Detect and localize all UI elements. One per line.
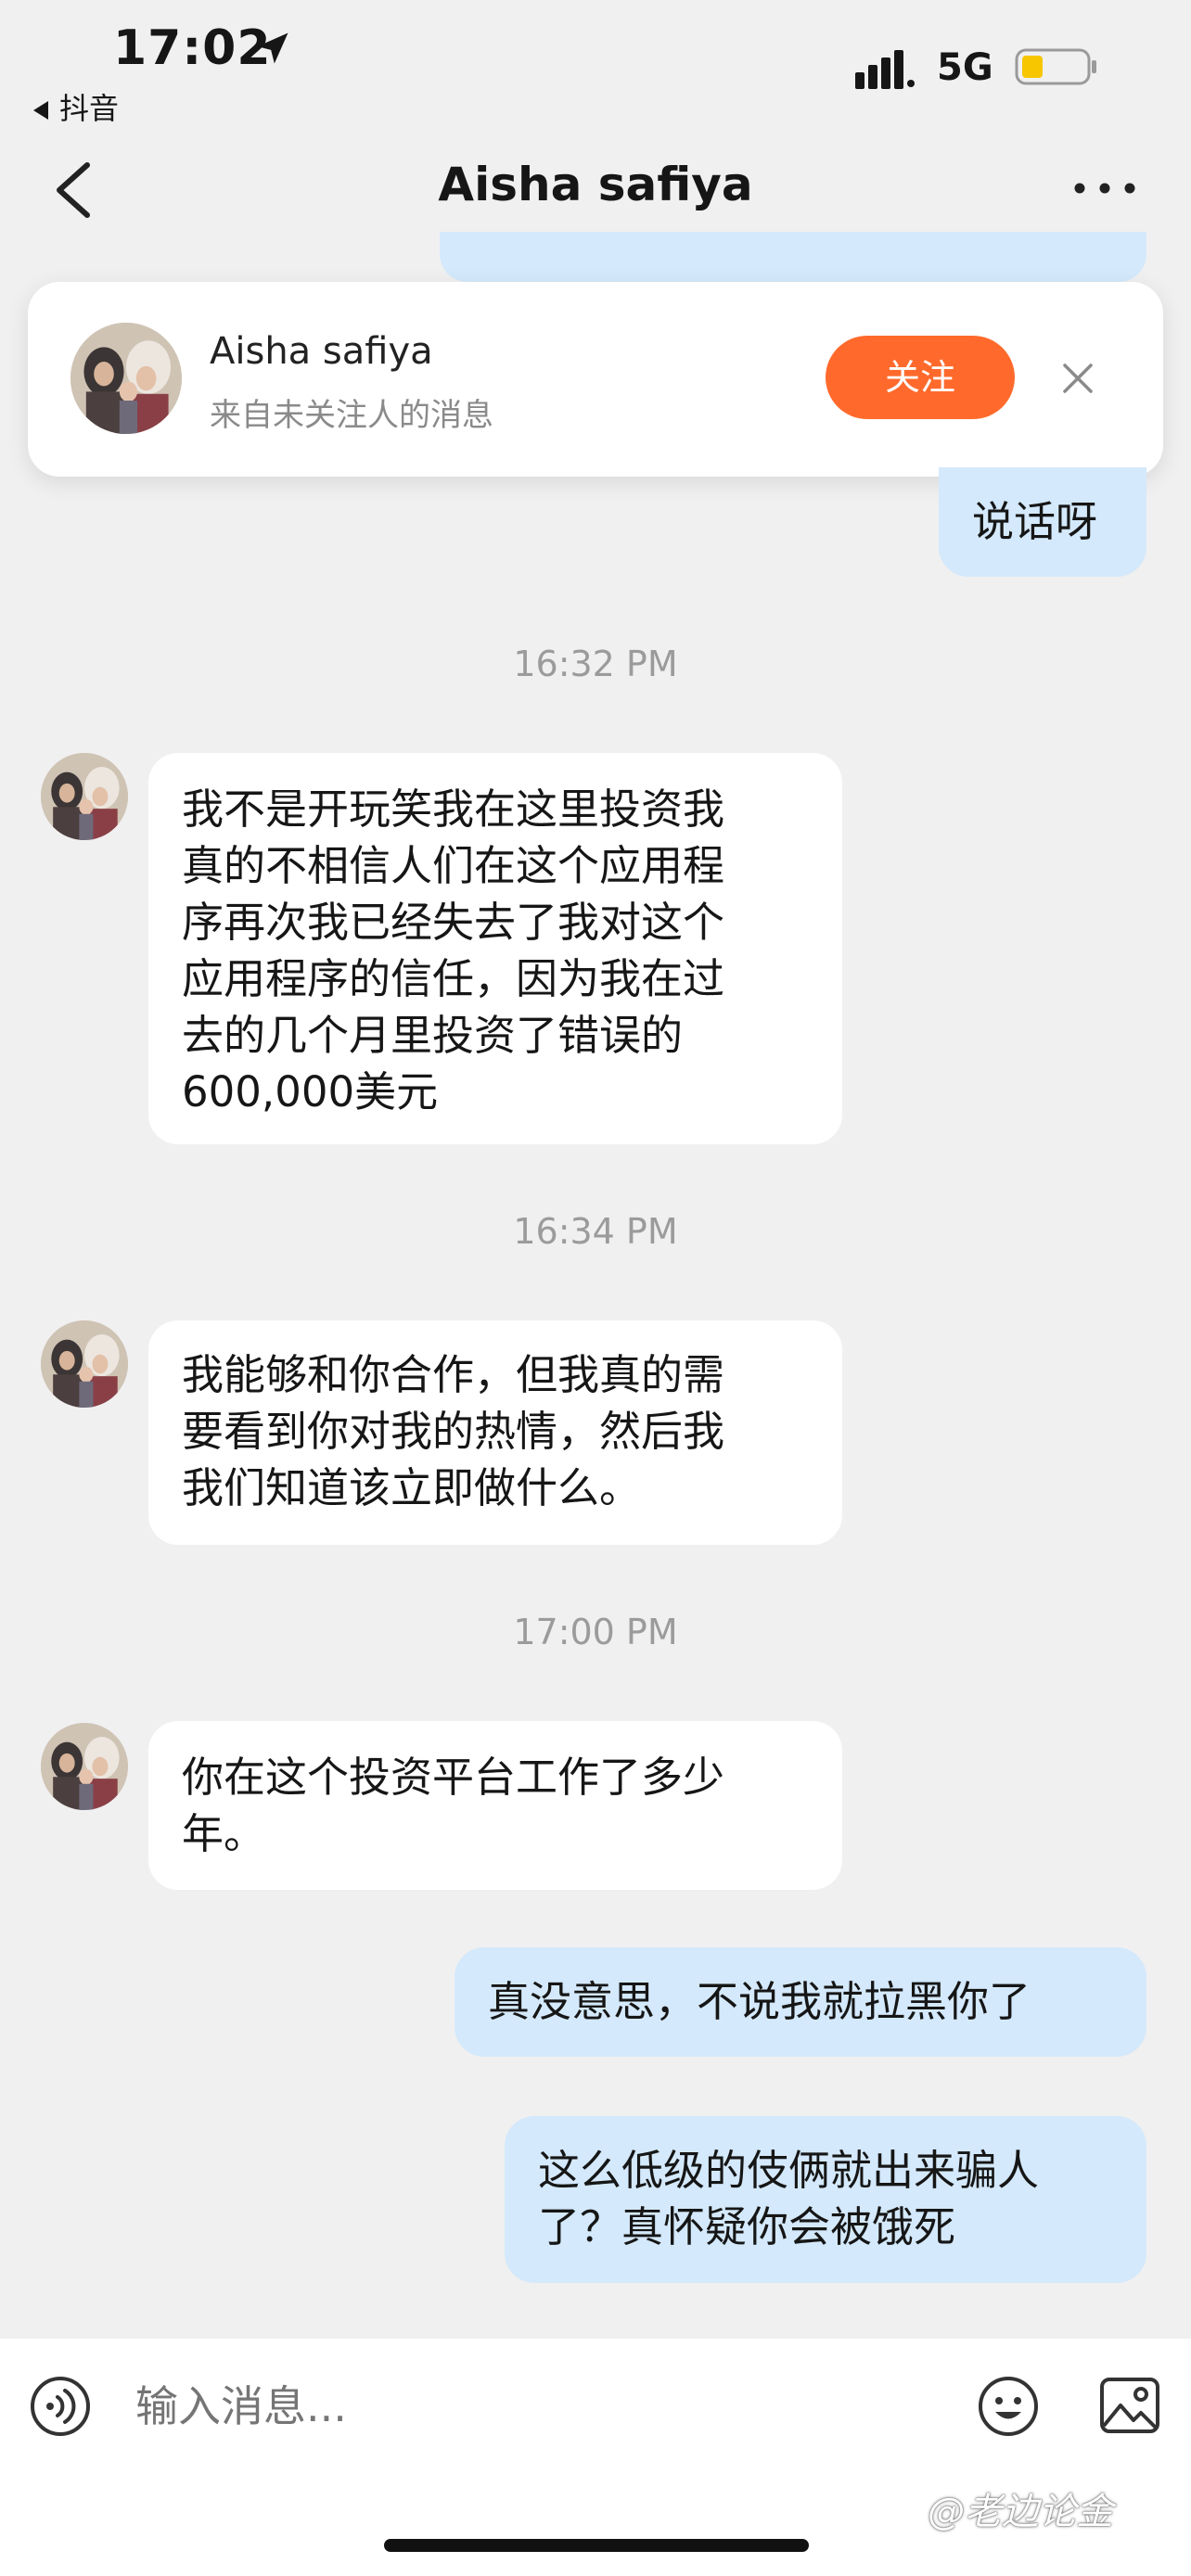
watermark: @老边论金 bbox=[928, 2491, 1113, 2533]
banner-subtitle: 来自未关注人的消息 bbox=[210, 397, 493, 434]
follow-button[interactable]: 关注 bbox=[826, 336, 1015, 419]
follow-banner: Aisha safiya 来自未关注人的消息 关注 bbox=[28, 282, 1163, 477]
close-icon[interactable] bbox=[1059, 360, 1096, 397]
signal-icon bbox=[855, 50, 915, 89]
status-time: 17:02 bbox=[113, 20, 272, 76]
message-text: 这么低级的伎俩就出来骗人 了？真怀疑你会被饿死 bbox=[538, 2146, 1040, 2251]
outgoing-message[interactable]: 真没意思，不说我就拉黑你了 bbox=[455, 1947, 1146, 2057]
message-input[interactable] bbox=[135, 2381, 785, 2431]
back-to-app-label: 抖音 bbox=[59, 91, 120, 126]
chat-title: Aisha safiya bbox=[438, 158, 753, 211]
message-text: 说话呀 bbox=[972, 497, 1098, 546]
avatar[interactable] bbox=[41, 753, 128, 840]
timestamp: 16:32 PM bbox=[513, 644, 678, 684]
avatar[interactable] bbox=[70, 323, 182, 434]
avatar-photo bbox=[41, 753, 128, 840]
more-dots-icon[interactable] bbox=[1072, 174, 1137, 202]
avatar-photo bbox=[70, 323, 182, 434]
location-arrow-icon bbox=[257, 32, 288, 64]
banner-name: Aisha safiya bbox=[210, 330, 433, 373]
outgoing-message[interactable]: 说话呀 bbox=[939, 467, 1146, 577]
incoming-message[interactable]: 我能够和你合作，但我真的需 要看到你对我的热情，然后我 我们知道该立即做什么。 bbox=[148, 1320, 842, 1545]
message-text: 我能够和你合作，但我真的需 要看到你对我的热情，然后我 我们知道该立即做什么。 bbox=[182, 1350, 725, 1512]
avatar[interactable] bbox=[41, 1723, 128, 1810]
back-to-app-link[interactable]: 抖音 bbox=[33, 85, 119, 128]
incoming-message[interactable]: 你在这个投资平台工作了多少 年。 bbox=[148, 1721, 842, 1890]
message-text: 你在这个投资平台工作了多少 年。 bbox=[182, 1753, 725, 1858]
partial-message-bubble bbox=[440, 232, 1146, 282]
message-text: 我不是开玩笑我在这里投资我 真的不相信人们在这个应用程 序再次我已经失去了我对这… bbox=[182, 784, 725, 1116]
outgoing-message[interactable]: 这么低级的伎俩就出来骗人 了？真怀疑你会被饿死 bbox=[505, 2116, 1146, 2283]
avatar-photo bbox=[41, 1723, 128, 1810]
incoming-message[interactable]: 我不是开玩笑我在这里投资我 真的不相信人们在这个应用程 序再次我已经失去了我对这… bbox=[148, 753, 842, 1144]
voice-icon[interactable] bbox=[28, 2374, 93, 2439]
avatar-photo bbox=[41, 1320, 128, 1408]
timestamp: 17:00 PM bbox=[513, 1612, 678, 1652]
battery-icon bbox=[1015, 48, 1096, 85]
avatar[interactable] bbox=[41, 1320, 128, 1408]
image-icon[interactable] bbox=[1098, 2374, 1161, 2437]
message-text: 真没意思，不说我就拉黑你了 bbox=[488, 1977, 1031, 2026]
home-indicator bbox=[384, 2539, 809, 2552]
timestamp: 16:34 PM bbox=[513, 1211, 678, 1252]
back-triangle-icon bbox=[33, 101, 48, 120]
network-type: 5G bbox=[937, 46, 993, 89]
emoji-icon[interactable] bbox=[976, 2374, 1041, 2439]
